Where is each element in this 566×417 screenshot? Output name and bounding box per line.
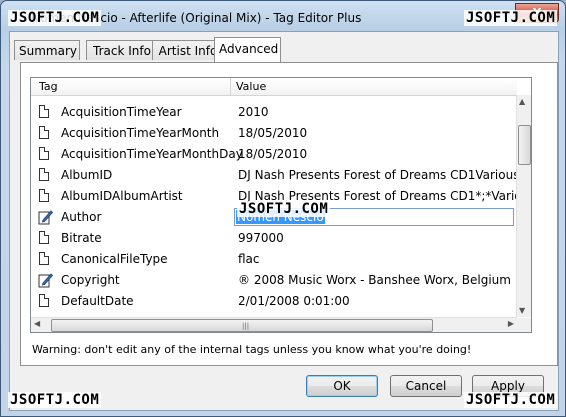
tab-summary[interactable]: Summary <box>14 40 80 60</box>
edit-pencil-icon <box>38 210 53 225</box>
column-divider[interactable] <box>230 78 231 95</box>
vertical-scroll-thumb[interactable] <box>518 125 531 165</box>
tag-name: Copyright <box>61 273 120 287</box>
table-row[interactable]: Copyright ® 2008 Music Worx - Banshee Wo… <box>31 270 517 291</box>
scroll-left-arrow-icon[interactable]: ◀ <box>34 319 40 328</box>
table-row[interactable]: DefaultDate 2/01/2008 0:01:00 <box>31 291 517 312</box>
tag-value: 2010 <box>238 105 269 119</box>
table-row[interactable]: CanonicalFileType flac <box>31 249 517 270</box>
tag-name: CanonicalFileType <box>61 252 168 266</box>
ok-button[interactable]: OK <box>306 375 378 397</box>
watermark-middle: JSOFTJ.COM <box>237 201 331 217</box>
document-icon <box>39 252 49 265</box>
document-icon <box>39 168 49 181</box>
table-row[interactable]: AcquisitionTimeYearMonth 18/05/2010 <box>31 123 517 144</box>
scroll-right-arrow-icon[interactable]: ▶ <box>508 319 514 328</box>
document-icon <box>39 231 49 244</box>
scroll-down-arrow-icon[interactable]: ▼ <box>519 306 525 315</box>
tag-name: AcquisitionTimeYearMonthDay <box>61 147 243 161</box>
horizontal-scrollbar[interactable]: ◀ ||| ▶ <box>31 317 517 332</box>
document-icon <box>39 105 49 118</box>
tab-advanced[interactable]: Advanced <box>214 37 281 62</box>
column-header-value[interactable]: Value <box>236 80 266 93</box>
document-icon <box>39 189 49 202</box>
grid-header: Tag Value <box>31 78 517 96</box>
tag-name: AcquisitionTimeYear <box>61 105 182 119</box>
document-icon <box>39 126 49 139</box>
watermark-bottom-left: JSOFTJ.COM <box>8 392 102 408</box>
table-row[interactable]: AcquisitionTimeYear 2010 <box>31 102 517 123</box>
tag-value: 997000 <box>238 231 284 245</box>
tab-track-info[interactable]: Track Info <box>86 40 158 60</box>
watermark-top-right: JSOFTJ.COM <box>464 10 558 26</box>
table-row[interactable]: Bitrate 997000 <box>31 228 517 249</box>
tag-name: AcquisitionTimeYearMonth <box>61 126 220 140</box>
grip-icon: ||| <box>242 322 250 330</box>
tag-value: 18/05/2010 <box>238 126 308 140</box>
scroll-up-arrow-icon[interactable]: ▲ <box>519 97 525 106</box>
tag-name: Author <box>61 210 102 224</box>
table-row[interactable]: AlbumID DJ Nash Presents Forest of Dream… <box>31 165 531 186</box>
tag-name: AlbumIDAlbumArtist <box>61 189 183 203</box>
tag-name: DefaultDate <box>61 294 134 308</box>
tag-name: Bitrate <box>61 231 102 245</box>
scrollbar-corner <box>517 318 531 332</box>
watermark-bottom-right: JSOFTJ.COM <box>464 392 558 408</box>
document-icon <box>39 294 49 307</box>
edit-pencil-icon <box>38 273 53 288</box>
column-header-tag[interactable]: Tag <box>39 80 58 93</box>
warning-text: Warning: don't edit any of the internal … <box>32 343 472 356</box>
table-row[interactable]: AcquisitionTimeYearMonthDay 18/05/2010 <box>31 144 517 165</box>
tag-value: DJ Nash Presents Forest of Dreams CD1Var… <box>238 168 532 182</box>
tag-value: flac <box>238 252 260 266</box>
vertical-scrollbar[interactable]: ▲ ▼ <box>516 95 531 317</box>
tag-name: AlbumID <box>61 168 113 182</box>
document-icon <box>39 147 49 160</box>
watermark-top-left: JSOFTJ.COM <box>8 10 102 26</box>
tag-value: 18/05/2010 <box>238 147 308 161</box>
tag-value: ® 2008 Music Worx - Banshee Worx, Belgiu… <box>238 273 511 287</box>
tag-value: 2/01/2008 0:01:00 <box>238 294 350 308</box>
horizontal-scroll-thumb[interactable]: ||| <box>51 319 433 332</box>
cancel-button[interactable]: Cancel <box>390 375 462 397</box>
